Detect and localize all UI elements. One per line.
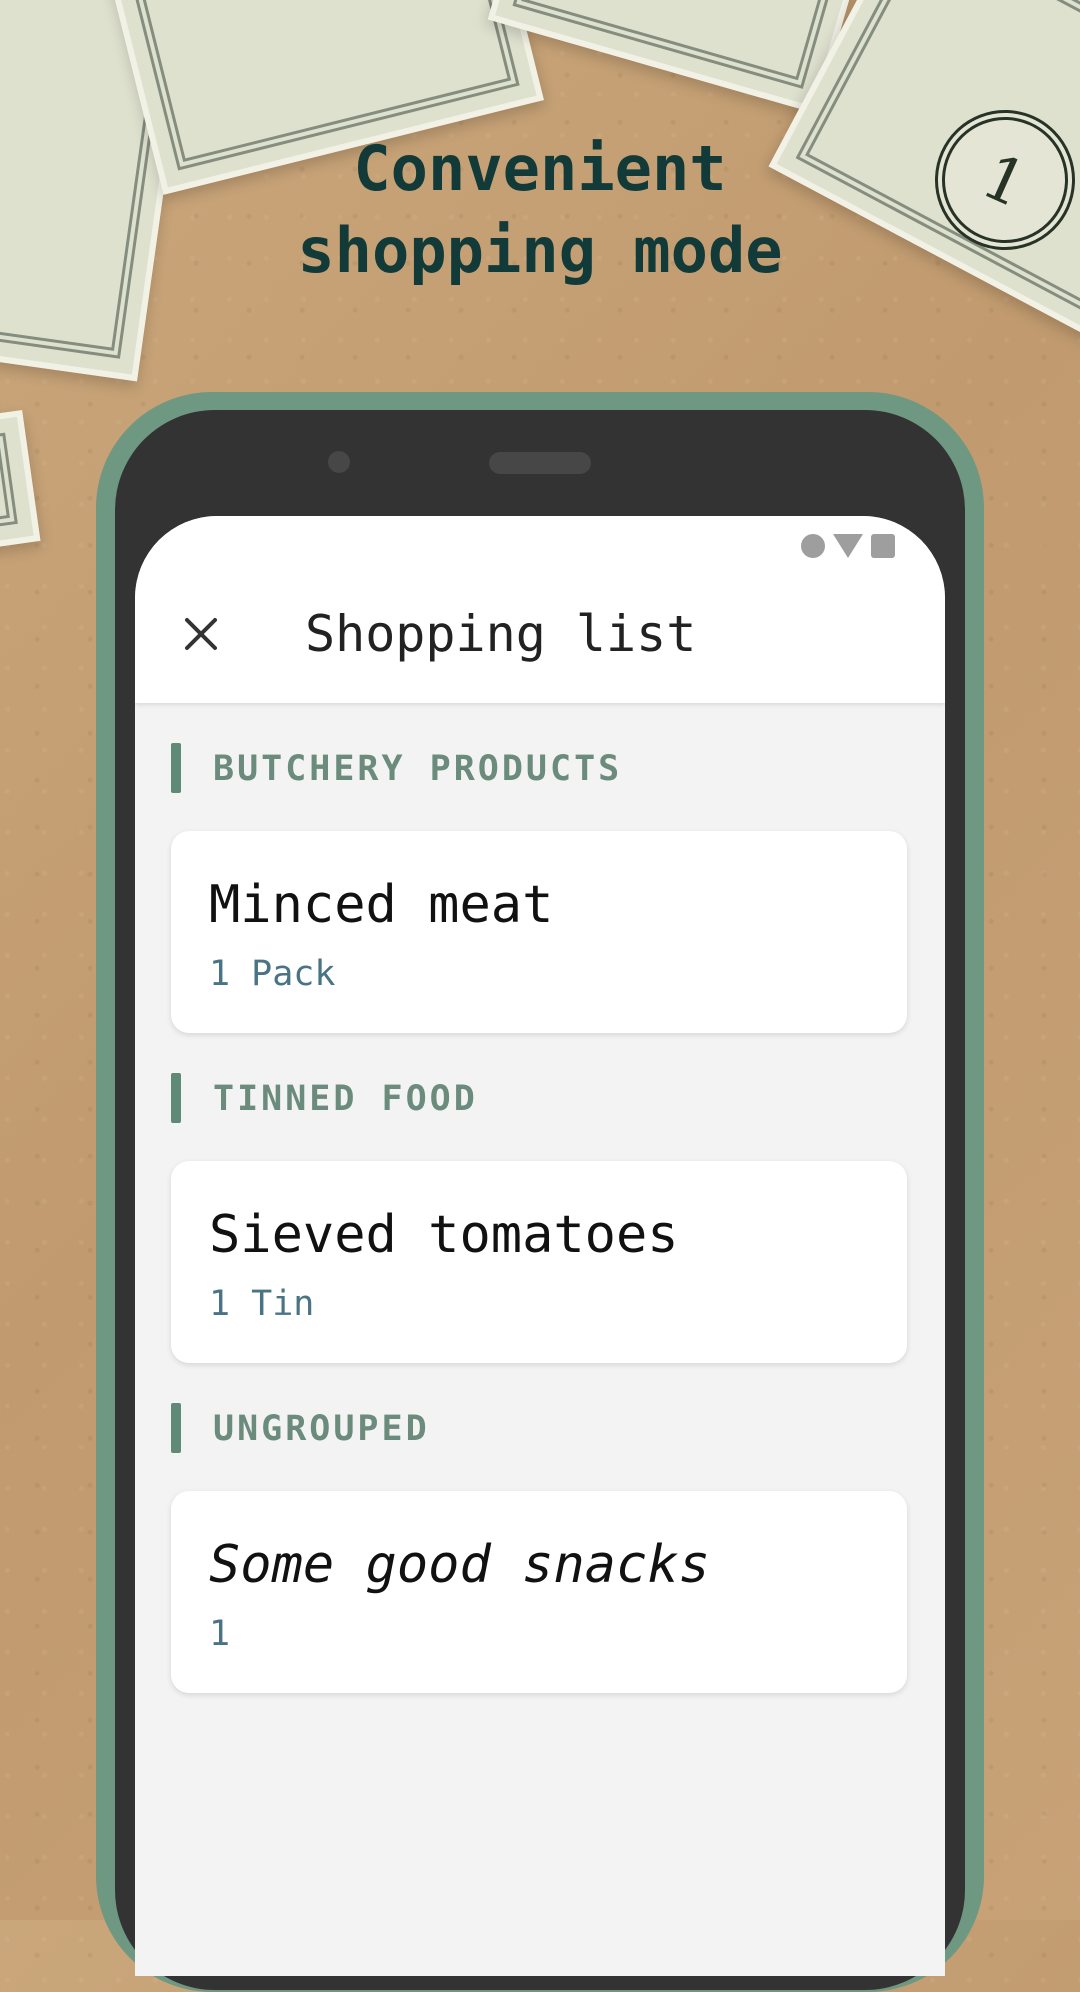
- section-label: BUTCHERY PRODUCTS: [213, 749, 623, 789]
- section-label: UNGROUPED: [213, 1409, 430, 1449]
- app-bar: Shopping list: [135, 516, 945, 703]
- phone-camera: [328, 451, 350, 473]
- section-accent-bar: [171, 743, 181, 793]
- close-icon: [185, 618, 217, 650]
- promo-headline-line2: shopping mode: [297, 214, 783, 287]
- status-triangle-icon: [833, 534, 863, 558]
- item-quantity: 1: [209, 1614, 231, 1654]
- close-button[interactable]: [175, 608, 227, 660]
- status-bar: [135, 516, 945, 586]
- item-name: Some good snacks: [209, 1535, 710, 1595]
- promo-headline-line1: Convenient: [353, 132, 727, 205]
- shopping-list: BUTCHERY PRODUCTS Minced meat 1 Pack TIN…: [135, 703, 945, 1693]
- item-quantity: 1 Pack: [209, 954, 336, 994]
- list-item-card[interactable]: Sieved tomatoes 1 Tin: [171, 1161, 907, 1363]
- phone-screen: Shopping list BUTCHERY PRODUCTS Minced m…: [135, 516, 945, 1976]
- section-header-ungrouped: UNGROUPED: [171, 1403, 945, 1453]
- dollar-bill-decoration: [0, 410, 41, 562]
- page-title: Shopping list: [305, 605, 697, 663]
- phone-speaker: [489, 452, 591, 474]
- section-header-tinned: TINNED FOOD: [171, 1073, 945, 1123]
- list-item-card[interactable]: Some good snacks 1: [171, 1491, 907, 1693]
- section-header-butchery: BUTCHERY PRODUCTS: [171, 743, 945, 793]
- status-circle-icon: [801, 534, 825, 558]
- list-item-card[interactable]: Minced meat 1 Pack: [171, 831, 907, 1033]
- item-quantity: 1 Tin: [209, 1284, 315, 1324]
- item-name: Minced meat: [209, 875, 554, 935]
- promo-headline: Convenient shopping mode: [0, 128, 1080, 292]
- status-square-icon: [871, 534, 895, 558]
- section-label: TINNED FOOD: [213, 1079, 478, 1119]
- section-accent-bar: [171, 1403, 181, 1453]
- item-name: Sieved tomatoes: [209, 1205, 679, 1265]
- status-icons: [801, 534, 895, 558]
- section-accent-bar: [171, 1073, 181, 1123]
